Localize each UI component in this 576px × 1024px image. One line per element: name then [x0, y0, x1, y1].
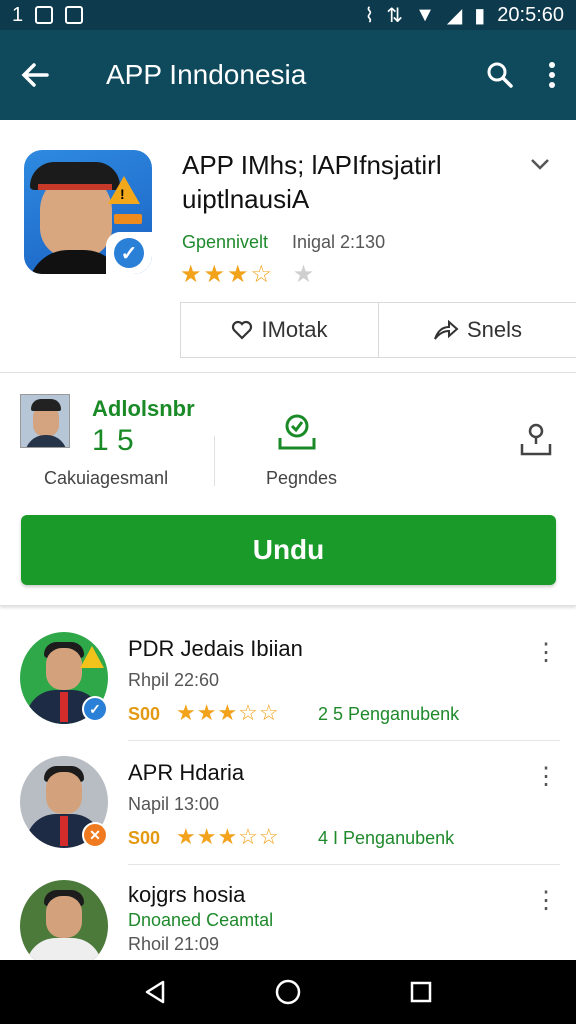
stat-number: 1 5	[92, 424, 134, 457]
gallery-notification-icon	[65, 6, 84, 24]
list-item-count: 4 I Penganubenk	[318, 828, 455, 848]
data-icon: ⇅	[386, 4, 404, 27]
list-item-title: PDR Jedais Ibiian	[128, 636, 303, 661]
warning-icon	[80, 646, 104, 668]
search-icon[interactable]	[486, 61, 514, 89]
verified-icon: ✓	[106, 232, 152, 274]
share-upload-icon[interactable]	[518, 420, 554, 463]
system-nav-bar	[0, 960, 576, 1024]
downloads-label: Pegndes	[266, 468, 338, 488]
heart-icon	[232, 320, 253, 340]
wifi-icon: ▼	[415, 3, 435, 26]
nav-home-icon[interactable]	[274, 978, 302, 1006]
developer-name[interactable]: Gpennivelt	[182, 232, 268, 253]
list-item-score: S00	[128, 704, 161, 724]
list-item-time: Rhpil 22:60	[128, 670, 220, 690]
list-item-stars: ★★★☆☆	[176, 824, 280, 849]
rating-stars: ★★★☆ ★	[180, 261, 317, 288]
divider	[128, 864, 560, 865]
divider	[0, 372, 576, 373]
list-item[interactable]: ✓ PDR Jedais Ibiian Rhpil 22:60 S00 ★★★☆…	[0, 630, 576, 754]
list-item-score: S00	[128, 828, 161, 848]
nav-back-icon[interactable]	[143, 979, 167, 1005]
app-version: Inigal 2:130	[292, 232, 386, 252]
status-bar: 1 ⌇ ⇅ ▼ ◢ ▮ 20:5:60	[0, 0, 576, 30]
download-icon	[274, 408, 320, 459]
list-item-count: 2 5 Penganubenk	[318, 704, 460, 724]
verified-badge-icon: ✓	[82, 696, 108, 722]
app-title: APP IMhs; lAPIfnsjatirl uiptlnausiA	[182, 150, 442, 214]
app-detail-card: ! ✓ APP IMhs; lAPIfnsjatirl uiptlnausiA …	[0, 120, 576, 606]
tools-badge-icon: ✕	[82, 822, 108, 848]
clock: 20:5:60	[497, 3, 564, 26]
notification-count: 1	[12, 3, 24, 26]
list-item-title: kojgrs hosia	[128, 882, 246, 907]
list-item-stars: ★★★☆☆	[176, 700, 280, 725]
image-notification-icon	[35, 6, 54, 24]
publisher-name: Adlolsnbr	[92, 396, 195, 421]
wishlist-button[interactable]: IMotak	[181, 303, 378, 357]
share-button[interactable]: Snels	[378, 303, 576, 357]
app-icon: ! ✓	[24, 150, 152, 274]
more-vert-icon[interactable]: ⋮	[534, 889, 558, 913]
stat-divider	[214, 436, 215, 486]
overflow-menu-icon[interactable]	[548, 61, 556, 89]
nav-recents-icon[interactable]	[409, 980, 433, 1004]
more-vert-icon[interactable]: ⋮	[534, 641, 558, 665]
list-item-subtitle: Dnoaned Ceamtal	[128, 910, 274, 930]
stat-label: Cakuiagesmanl	[44, 468, 169, 488]
list-item-title: APR Hdaria	[128, 760, 245, 785]
install-button[interactable]: Undu	[21, 515, 556, 585]
share-arrow-icon	[434, 319, 459, 340]
back-arrow-icon[interactable]	[20, 60, 60, 90]
list-item[interactable]: ✕ APR Hdaria Napil 13:00 S00 ★★★☆☆ 4 I P…	[0, 754, 576, 878]
more-vert-icon[interactable]: ⋮	[534, 765, 558, 789]
divider	[128, 740, 560, 741]
list-item-time: Napil 13:00	[128, 794, 220, 814]
list-item-time: Rhoil 21:09	[128, 934, 220, 954]
action-row: IMotak Snels	[180, 302, 576, 358]
list-item[interactable]: kojgrs hosia Dnoaned Ceamtal Rhoil 21:09…	[0, 878, 576, 960]
related-apps-list: ✓ PDR Jedais Ibiian Rhpil 22:60 S00 ★★★☆…	[0, 616, 576, 960]
signal-icon: ◢	[446, 4, 463, 27]
publisher-avatar	[20, 394, 70, 448]
vibrate-icon: ⌇	[364, 4, 375, 27]
app-bar: APP Inndonesia	[0, 30, 576, 120]
chevron-down-icon[interactable]	[530, 154, 550, 177]
battery-icon: ▮	[474, 4, 486, 27]
app-bar-title: APP Inndonesia	[106, 59, 307, 90]
avatar	[20, 880, 108, 960]
